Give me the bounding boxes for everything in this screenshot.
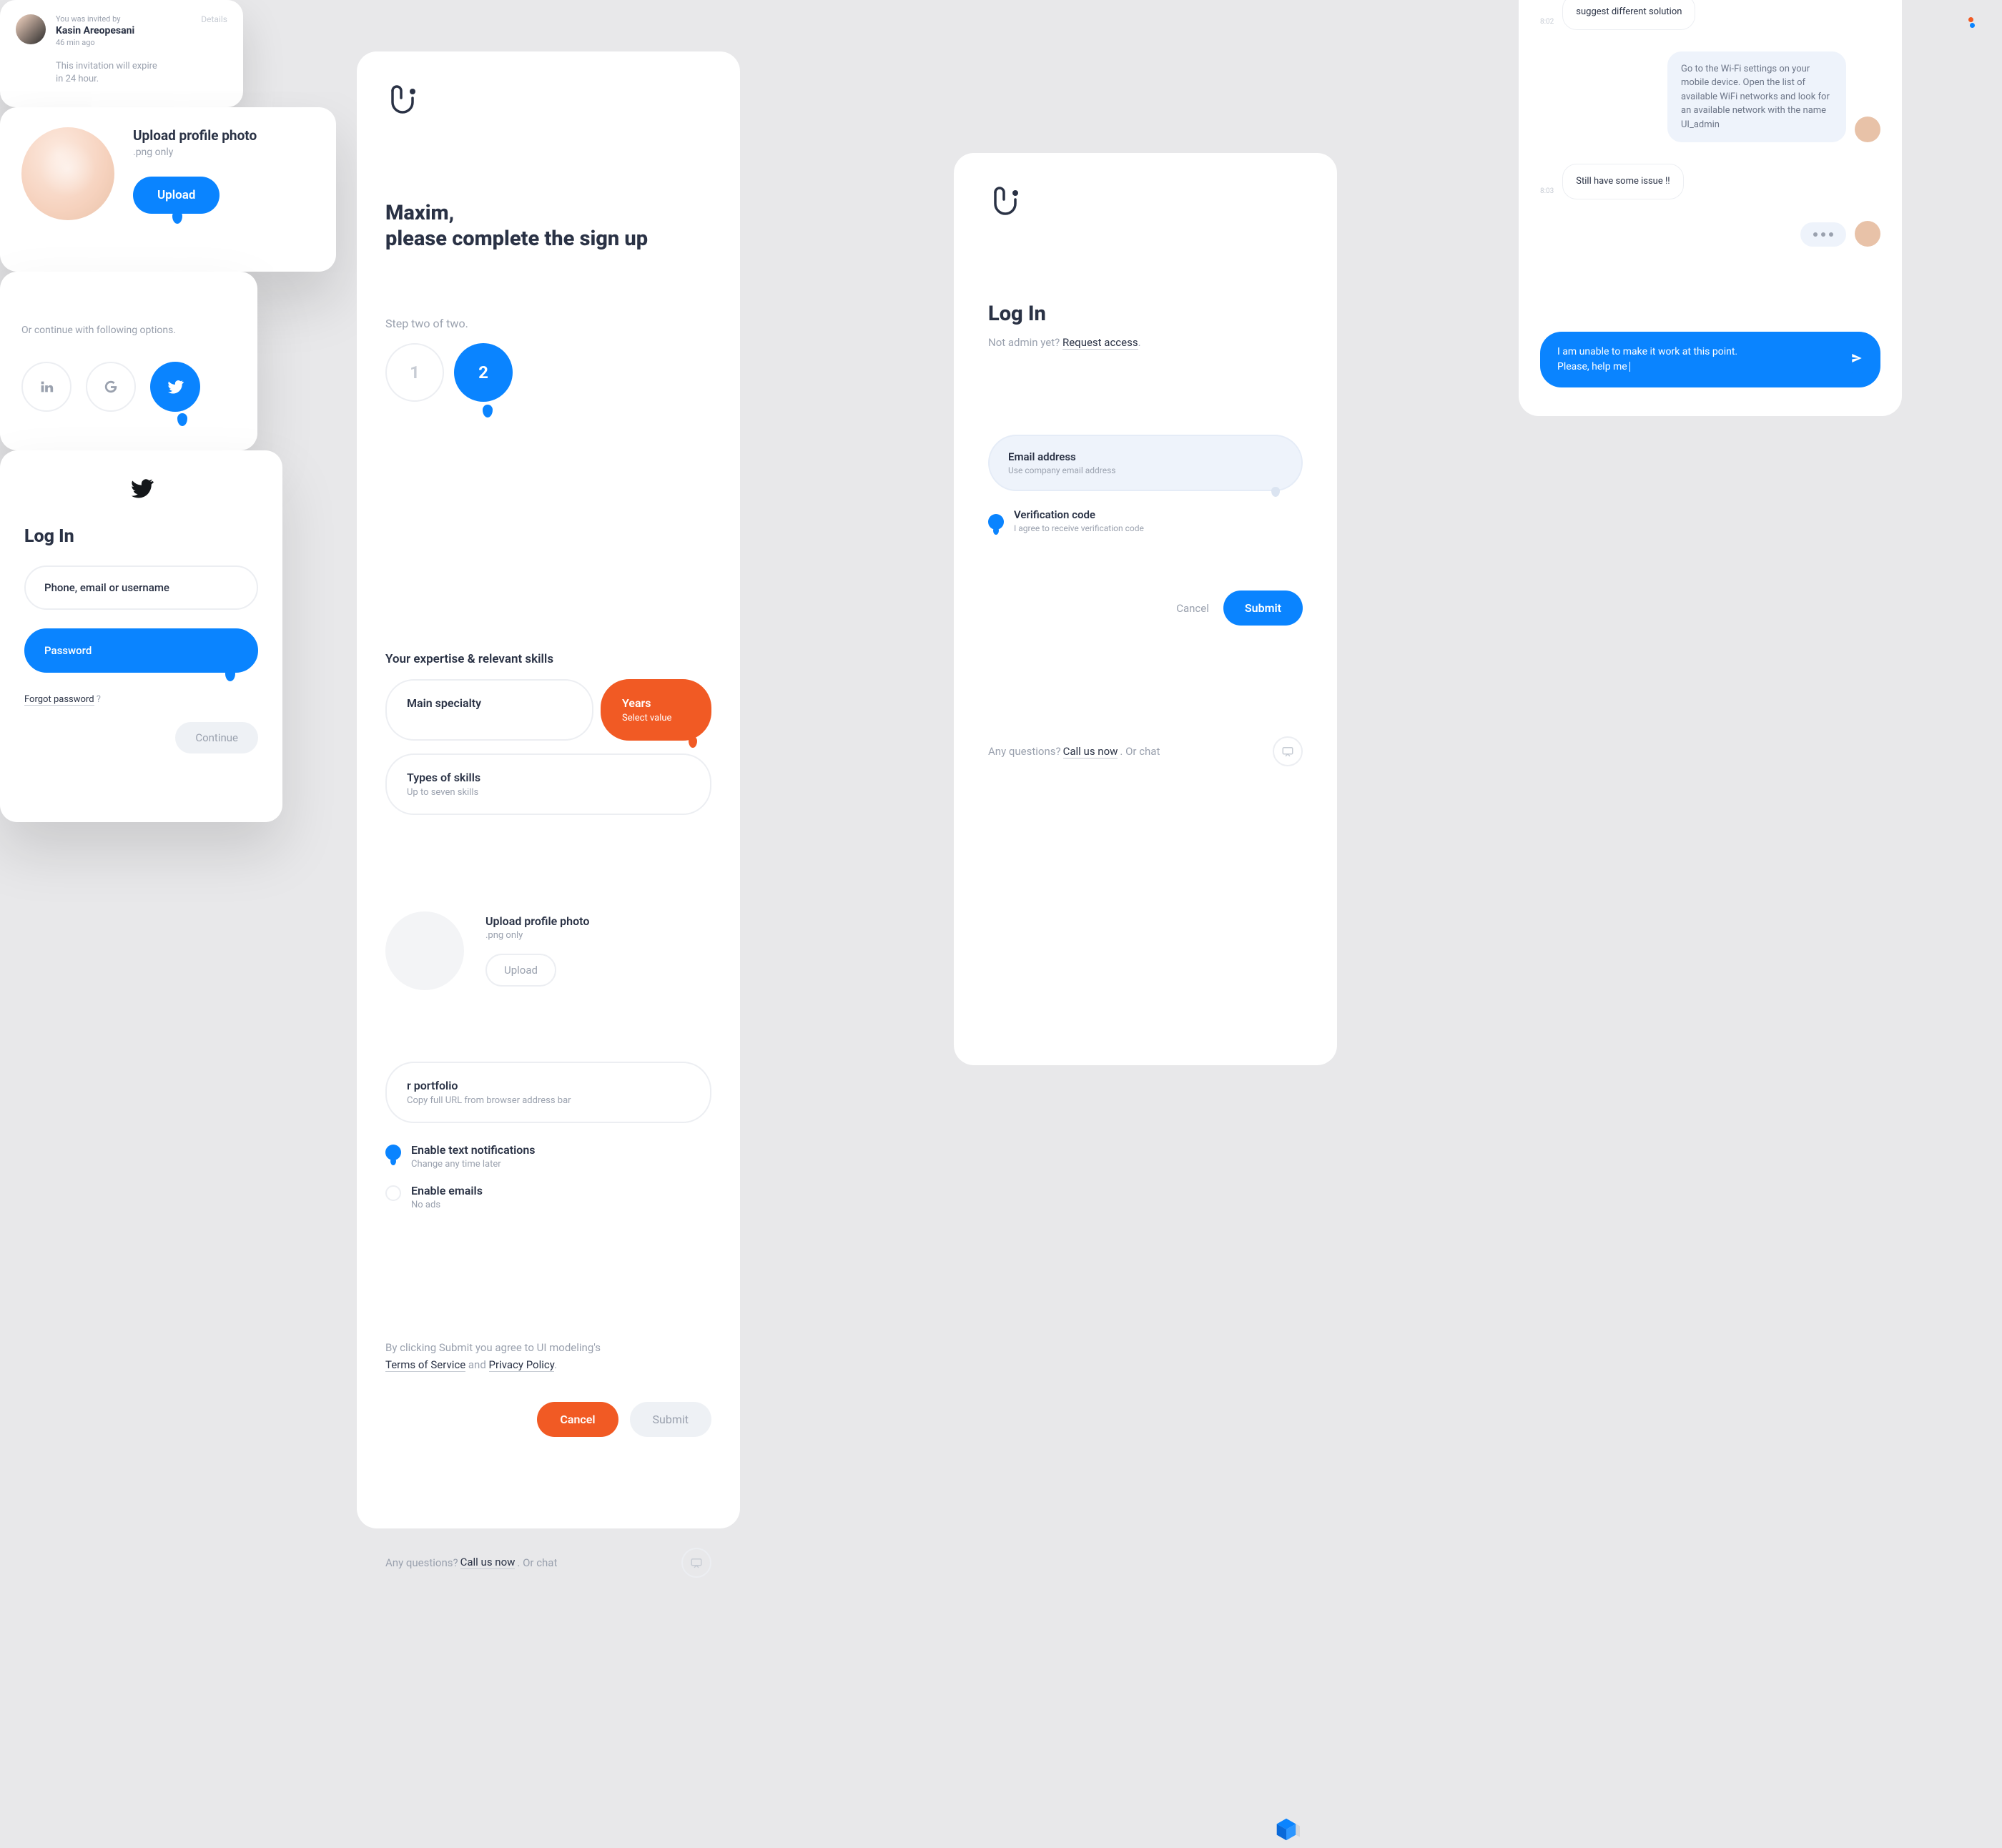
upload-button[interactable]: Upload <box>485 954 556 987</box>
twitter-password-field[interactable]: Password <box>24 628 258 673</box>
drop-icon <box>177 413 187 426</box>
inviter-name: Kasin Areopesani <box>56 25 191 36</box>
upload-title: Upload profile photo <box>485 914 589 928</box>
checkbox-on-icon <box>385 1145 401 1160</box>
tos-link[interactable]: Terms of Service <box>385 1358 465 1372</box>
chat-row-user: 8:02 suggest different solution <box>1540 0 1880 30</box>
specialty-field[interactable]: Main specialty <box>385 679 593 741</box>
skills-field[interactable]: Types of skills Up to seven skills <box>385 753 711 815</box>
verification-code-row: Verification code I agree to receive ver… <box>988 508 1303 533</box>
upload-photo-block: Upload profile photo .png only Upload <box>385 911 711 990</box>
submit-button[interactable]: Submit <box>630 1402 711 1437</box>
linkedin-button[interactable] <box>21 362 72 412</box>
chat-row-user: 8:03 Still have some issue !! <box>1540 164 1880 199</box>
invite-popover: You was invited by Kasin Areopesani 46 m… <box>0 0 243 107</box>
email-field[interactable]: Email address Use company email address <box>988 435 1303 491</box>
text-notifications-toggle[interactable]: Enable text notifications Change any tim… <box>385 1143 711 1170</box>
drop-icon <box>689 736 697 748</box>
forgot-password: Forgot password ? <box>24 694 258 705</box>
drop-icon <box>1850 372 1860 385</box>
send-icon[interactable] <box>1850 352 1863 367</box>
call-us-link[interactable]: Call us now <box>1063 745 1118 759</box>
bot-avatar <box>1855 221 1880 247</box>
page-title: Maxim, please complete the sign up <box>385 200 711 252</box>
footer-help: Any questions? Call us now . Or chat <box>988 736 1303 766</box>
expertise-heading: Your expertise & relevant skills <box>385 652 711 666</box>
checkbox-off-icon <box>385 1185 401 1201</box>
chat-bubble-user: suggest different solution <box>1562 0 1695 30</box>
step-1[interactable]: 1 <box>385 343 444 402</box>
chat-bubble-user: Still have some issue !! <box>1562 164 1683 199</box>
checkbox-on-icon[interactable] <box>988 514 1004 530</box>
years-field[interactable]: Years Select value <box>601 679 711 741</box>
privacy-link[interactable]: Privacy Policy <box>489 1358 555 1372</box>
notification-dot <box>1968 17 1973 22</box>
app-logo-icon <box>988 185 1022 219</box>
drop-icon <box>172 211 182 224</box>
footer-help: Any questions? Call us now . Or chat <box>385 1548 711 1578</box>
chat-message-input[interactable]: I am unable to make it work at this poin… <box>1540 332 1880 387</box>
step-2[interactable]: 2 <box>454 343 513 402</box>
bot-avatar <box>1855 117 1880 142</box>
signup-card: Maxim, please complete the sign up Step … <box>357 51 740 1528</box>
invite-details-link[interactable]: Details <box>201 14 227 93</box>
upload-button[interactable]: Upload <box>133 177 220 214</box>
chat-row-bot: Go to the Wi-Fi settings on your mobile … <box>1540 51 1880 143</box>
portfolio-field[interactable]: r portfolio Copy full URL from browser a… <box>385 1062 711 1123</box>
chat-bubble-bot: Go to the Wi-Fi settings on your mobile … <box>1667 51 1846 143</box>
legal-text: By clicking Submit you agree to UI model… <box>385 1339 711 1373</box>
chat-icon[interactable] <box>1273 736 1303 766</box>
google-button[interactable] <box>86 362 136 412</box>
upload-popover: Upload profile photo .png only Upload <box>0 107 336 272</box>
drop-icon <box>483 405 493 417</box>
request-access-link[interactable]: Request access <box>1062 336 1138 350</box>
twitter-button[interactable] <box>150 362 200 412</box>
login-subtitle: Not admin yet? Request access. <box>988 336 1303 349</box>
app-logo-icon <box>385 84 420 118</box>
cube-icon <box>1273 1816 1300 1846</box>
social-login-popover: Or continue with following options. <box>0 272 257 450</box>
forgot-password-link[interactable]: Forgot password <box>24 694 94 706</box>
call-us-link[interactable]: Call us now <box>460 1556 516 1569</box>
login-title: Log In <box>988 302 1303 326</box>
login-card: Log In Not admin yet? Request access. Em… <box>954 153 1337 1065</box>
twitter-login-popover: Log In Phone, email or username Password… <box>0 450 282 822</box>
step-indicator-label: Step two of two. <box>385 317 711 330</box>
text-cursor <box>1629 362 1630 372</box>
expertise-section: Your expertise & relevant skills Main sp… <box>385 652 711 815</box>
twitter-icon <box>129 476 154 500</box>
chat-card: 8:02 suggest different solution Go to th… <box>1519 0 1902 416</box>
cancel-button[interactable]: Cancel <box>1176 602 1209 615</box>
typing-indicator <box>1800 222 1846 247</box>
continue-button[interactable]: Continue <box>175 722 258 753</box>
upload-hint: .png only <box>485 930 589 941</box>
step-indicator: 1 2 <box>385 343 711 402</box>
chat-row-typing <box>1540 221 1880 247</box>
twitter-login-title: Log In <box>24 526 258 547</box>
email-notifications-toggle[interactable]: Enable emails No ads <box>385 1184 711 1210</box>
avatar-placeholder <box>385 911 464 990</box>
cancel-button[interactable]: Cancel <box>537 1402 618 1437</box>
notification-dot <box>1970 23 1975 28</box>
profile-photo-preview <box>21 127 114 220</box>
drop-icon <box>225 668 235 681</box>
inviter-avatar <box>16 14 46 44</box>
twitter-identifier-field[interactable]: Phone, email or username <box>24 565 258 610</box>
submit-button[interactable]: Submit <box>1223 591 1303 626</box>
drop-icon <box>1271 487 1280 497</box>
chat-icon[interactable] <box>681 1548 711 1578</box>
